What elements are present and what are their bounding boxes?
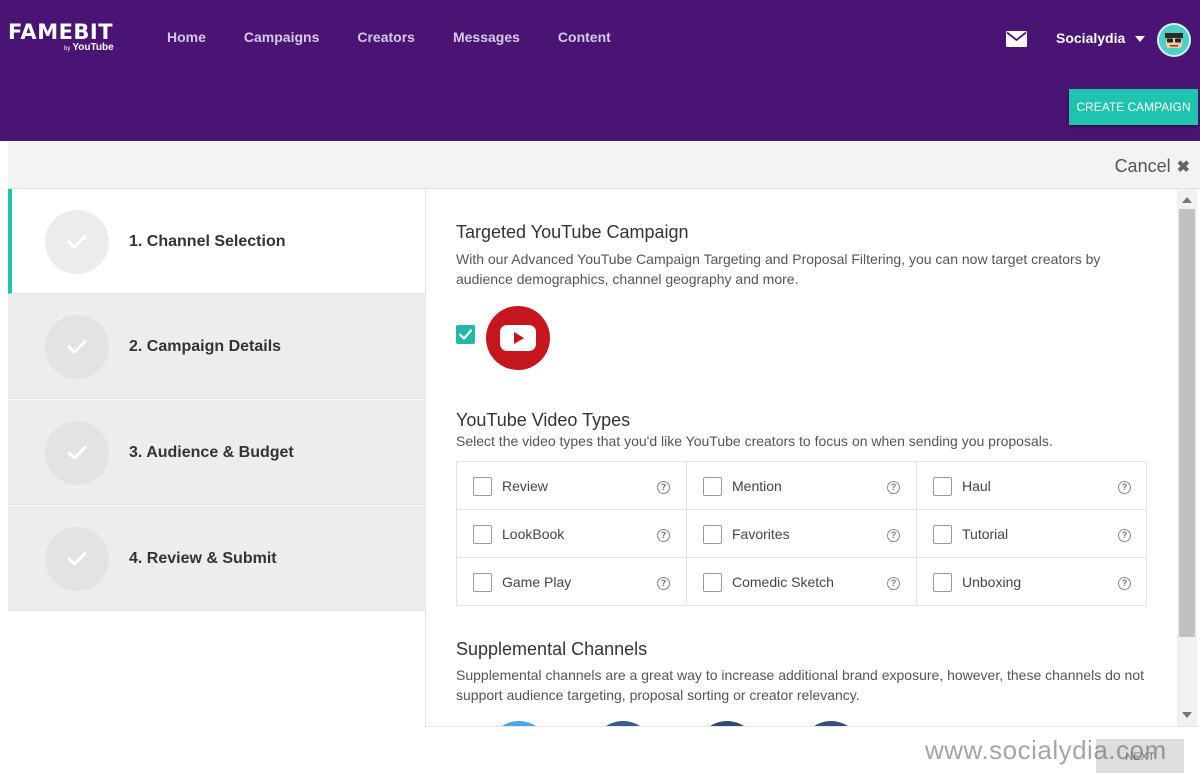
targeted-campaign-description: With our Advanced YouTube Campaign Targe… [456, 251, 1101, 287]
nav-creators[interactable]: Creators [357, 29, 415, 45]
wizard-toolbar: Cancel ✖ [8, 141, 1200, 189]
famebit-logo[interactable]: FAMEBIT by YouTube [8, 20, 114, 53]
main-nav: Home Campaigns Creators Messages Content [167, 29, 649, 45]
checkmark-icon [67, 340, 87, 354]
step-label: 3. Audience & Budget [129, 444, 294, 461]
checkbox[interactable] [933, 477, 952, 496]
avatar-face-icon [1159, 25, 1189, 55]
logo-youtube-text: YouTube [72, 42, 114, 53]
video-type-comedic-sketch[interactable]: Comedic Sketch ? [687, 558, 917, 606]
step-label: 1. Channel Selection [129, 233, 286, 250]
scroll-up-arrow-icon[interactable] [1182, 197, 1192, 203]
step-label: 2. Campaign Details [129, 338, 282, 355]
nav-campaigns[interactable]: Campaigns [244, 29, 319, 45]
video-type-review[interactable]: Review ? [457, 462, 687, 510]
watermark: www.socialydia.com [925, 735, 1167, 765]
user-menu-name[interactable]: Socialydia [1056, 30, 1125, 46]
help-icon[interactable]: ? [887, 577, 900, 590]
youtube-icon [500, 325, 536, 351]
nav-home[interactable]: Home [167, 29, 206, 45]
cancel-label: Cancel [1114, 156, 1171, 176]
help-icon[interactable]: ? [1118, 577, 1131, 590]
step-status-circle [45, 421, 109, 485]
help-icon[interactable]: ? [887, 481, 900, 494]
checkbox[interactable] [473, 525, 492, 544]
video-type-label: Game Play [502, 574, 572, 590]
mail-icon[interactable] [1006, 31, 1027, 47]
video-type-favorites[interactable]: Favorites ? [687, 510, 917, 558]
step-status-circle [45, 315, 109, 379]
avatar[interactable] [1157, 23, 1191, 57]
checkbox[interactable] [473, 573, 492, 592]
video-types-grid: Review ? Mention ? Haul ? LookBook ? Fav… [456, 461, 1147, 606]
checkbox[interactable] [933, 525, 952, 544]
targeted-campaign-title: Targeted YouTube Campaign [456, 222, 689, 242]
create-campaign-button[interactable]: CREATE CAMPAIGN [1069, 89, 1198, 125]
video-type-label: Unboxing [962, 574, 1022, 590]
scroll-thumb[interactable] [1179, 209, 1195, 637]
checkmark-icon [67, 552, 87, 566]
video-type-label: Review [502, 478, 548, 494]
checkmark-icon [458, 329, 473, 340]
step-status-circle [45, 527, 109, 591]
video-type-label: LookBook [502, 526, 565, 542]
step-channel-selection[interactable]: 1. Channel Selection [8, 189, 425, 294]
video-type-unboxing[interactable]: Unboxing ? [917, 558, 1147, 606]
help-icon[interactable]: ? [657, 481, 670, 494]
video-type-label: Favorites [732, 526, 790, 542]
help-icon[interactable]: ? [657, 577, 670, 590]
help-icon[interactable]: ? [887, 529, 900, 542]
video-type-label: Mention [732, 478, 782, 494]
logo-by-text: by [64, 46, 71, 52]
cancel-button[interactable]: Cancel ✖ [1115, 156, 1190, 177]
step-review-submit[interactable]: 4. Review & Submit [8, 506, 425, 611]
scroll-down-arrow-icon[interactable] [1182, 712, 1192, 718]
youtube-channel-option[interactable] [486, 306, 550, 370]
video-type-label: Haul [962, 478, 991, 494]
checkmark-icon [67, 235, 87, 249]
help-icon[interactable]: ? [657, 529, 670, 542]
step-status-circle [45, 210, 109, 274]
chevron-down-icon[interactable] [1135, 36, 1145, 42]
content-scrollbar[interactable] [1177, 189, 1197, 726]
nav-messages[interactable]: Messages [453, 29, 520, 45]
checkmark-icon [67, 446, 87, 460]
video-type-game-play[interactable]: Game Play ? [457, 558, 687, 606]
close-icon: ✖ [1176, 158, 1190, 176]
video-types-title: YouTube Video Types [456, 410, 631, 430]
youtube-channel-checkbox[interactable] [456, 325, 475, 344]
step-campaign-details[interactable]: 2. Campaign Details [8, 294, 425, 399]
checkbox[interactable] [703, 573, 722, 592]
video-type-label: Comedic Sketch [732, 574, 834, 590]
step-label: 4. Review & Submit [129, 550, 277, 567]
video-type-mention[interactable]: Mention ? [687, 462, 917, 510]
top-header: FAMEBIT by YouTube Home Campaigns Creator… [0, 0, 1200, 141]
video-type-haul[interactable]: Haul ? [917, 462, 1147, 510]
video-types-description: Select the video types that you'd like Y… [456, 433, 1053, 449]
wizard-content: Targeted YouTube Campaign With our Advan… [425, 189, 1176, 726]
checkbox[interactable] [473, 477, 492, 496]
checkbox[interactable] [703, 525, 722, 544]
nav-content[interactable]: Content [558, 29, 611, 45]
supplemental-channels-title: Supplemental Channels [456, 639, 648, 659]
wizard-steps: 1. Channel Selection 2. Campaign Details… [8, 189, 425, 773]
logo-subtext: by YouTube [64, 42, 114, 53]
logo-text: FAMEBIT [8, 20, 114, 44]
checkbox[interactable] [933, 573, 952, 592]
help-icon[interactable]: ? [1118, 481, 1131, 494]
checkbox[interactable] [703, 477, 722, 496]
video-type-label: Tutorial [962, 526, 1009, 542]
help-icon[interactable]: ? [1118, 529, 1131, 542]
video-type-lookbook[interactable]: LookBook ? [457, 510, 687, 558]
video-type-tutorial[interactable]: Tutorial ? [917, 510, 1147, 558]
step-audience-budget[interactable]: 3. Audience & Budget [8, 400, 425, 505]
supplemental-channels-description: Supplemental channels are a great way to… [456, 667, 1145, 703]
